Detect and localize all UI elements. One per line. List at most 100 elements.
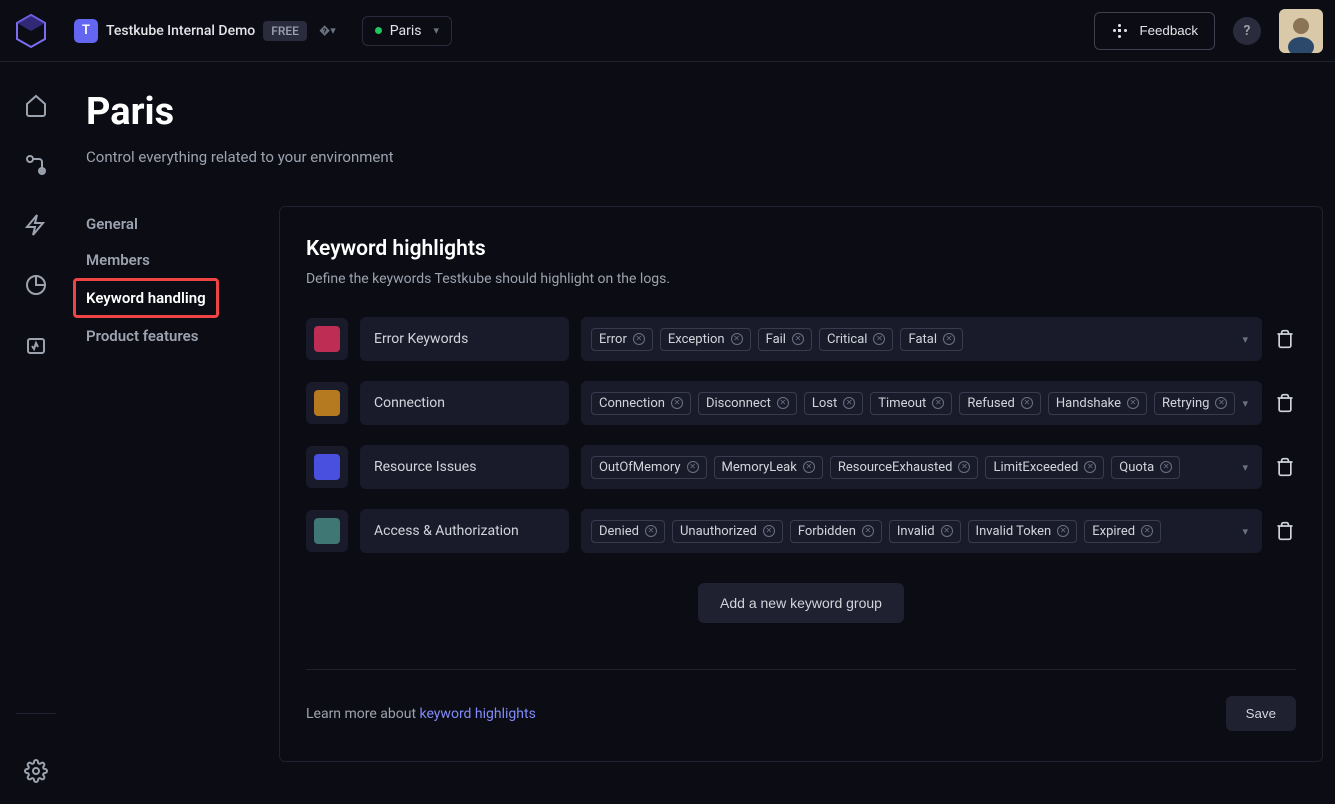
remove-tag-icon[interactable]: ✕ — [687, 461, 699, 473]
keyword-tags-input[interactable]: Connection✕Disconnect✕Lost✕Timeout✕Refus… — [581, 381, 1262, 425]
nav-home-icon[interactable] — [23, 92, 49, 118]
keyword-tag-label: MemoryLeak — [722, 460, 797, 475]
remove-tag-icon[interactable]: ✕ — [645, 525, 657, 537]
keyword-tags-input[interactable]: Error✕Exception✕Fail✕Critical✕Fatal✕▾ — [581, 317, 1262, 361]
group-name-input[interactable]: Error Keywords — [360, 317, 569, 361]
remove-tag-icon[interactable]: ✕ — [873, 333, 885, 345]
keyword-tag-label: Unauthorized — [680, 524, 757, 539]
remove-tag-icon[interactable]: ✕ — [941, 525, 953, 537]
keyword-tag: Error✕ — [591, 328, 653, 351]
keyword-tag: Denied ✕ — [591, 520, 665, 543]
keyword-tag: Critical ✕ — [819, 328, 893, 351]
remove-tag-icon[interactable]: ✕ — [792, 333, 804, 345]
keyword-tags-input[interactable]: OutOfMemory✕MemoryLeak✕ResourceExhausted… — [581, 445, 1262, 489]
subnav-item-general[interactable]: General — [86, 206, 249, 242]
delete-group-button[interactable] — [1274, 392, 1296, 414]
keyword-tag-label: Critical — [827, 332, 867, 347]
remove-tag-icon[interactable]: ✕ — [1127, 397, 1139, 409]
color-swatch[interactable] — [306, 318, 348, 360]
remove-tag-icon[interactable]: ✕ — [943, 333, 955, 345]
keyword-tag: Disconnect✕ — [698, 392, 797, 415]
keyword-group-row: Access & Authorization Denied ✕ Unauthorize… — [306, 509, 1296, 553]
chevron-down-icon: ▾ — [434, 24, 440, 37]
delete-group-button[interactable] — [1274, 456, 1296, 478]
group-name-input[interactable]: Resource Issues — [360, 445, 569, 489]
delete-group-button[interactable] — [1274, 328, 1296, 350]
remove-tag-icon[interactable]: ✕ — [1160, 461, 1172, 473]
help-icon[interactable]: ? — [1233, 17, 1261, 45]
remove-tag-icon[interactable]: ✕ — [731, 333, 743, 345]
nav-insights-icon[interactable] — [23, 272, 49, 298]
chevron-down-icon: �▾ — [319, 24, 336, 37]
page-title: Paris — [86, 90, 1335, 134]
remove-tag-icon[interactable]: ✕ — [763, 525, 775, 537]
chevron-down-icon[interactable]: ▾ — [1242, 397, 1252, 410]
user-avatar[interactable] — [1279, 9, 1323, 53]
keyword-group-row: Resource IssuesOutOfMemory✕MemoryLeak✕Re… — [306, 445, 1296, 489]
keyword-tag-label: Forbidden — [798, 524, 856, 539]
keyword-tag-label: Timeout — [878, 396, 926, 411]
color-swatch[interactable] — [306, 510, 348, 552]
nav-triggers-icon[interactable] — [23, 212, 49, 238]
env-selector[interactable]: Paris ▾ — [362, 16, 452, 46]
chevron-down-icon[interactable]: ▾ — [1242, 461, 1252, 474]
remove-tag-icon[interactable]: ✕ — [1057, 525, 1069, 537]
keyword-tag: Fail✕ — [758, 328, 812, 351]
color-swatch[interactable] — [306, 446, 348, 488]
nav-status-icon[interactable] — [23, 332, 49, 358]
learn-more-link[interactable]: keyword highlights — [420, 706, 536, 722]
keyword-tag-label: Invalid — [897, 524, 935, 539]
keyword-tag-label: Exception — [668, 332, 725, 347]
chevron-down-icon[interactable]: ▾ — [1242, 333, 1252, 346]
org-badge: T — [74, 19, 98, 43]
subnav-item-product-features[interactable]: Product features — [86, 318, 249, 354]
subnav-item-members[interactable]: Members — [86, 242, 249, 278]
slack-icon — [1111, 22, 1129, 40]
keyword-tag: Refused✕ — [959, 392, 1041, 415]
remove-tag-icon[interactable]: ✕ — [932, 397, 944, 409]
remove-tag-icon[interactable]: ✕ — [1021, 397, 1033, 409]
keyword-tag: Retrying ✕ — [1154, 392, 1235, 415]
add-keyword-group-button[interactable]: Add a new keyword group — [698, 583, 904, 623]
save-button[interactable]: Save — [1226, 696, 1296, 731]
keyword-tag-label: Retrying — [1162, 396, 1209, 411]
keyword-tags-input[interactable]: Denied✕Unauthorized✕Forbidden✕Invalid✕In… — [581, 509, 1262, 553]
keyword-tag: Timeout ✕ — [870, 392, 952, 415]
delete-group-button[interactable] — [1274, 520, 1296, 542]
keyword-tag-label: Expired — [1092, 524, 1135, 539]
remove-tag-icon[interactable]: ✕ — [777, 397, 789, 409]
keyword-tag: Quota✕ — [1111, 456, 1180, 479]
color-swatch[interactable] — [306, 382, 348, 424]
keyword-tag: Handshake✕ — [1048, 392, 1147, 415]
keyword-tag-label: Denied — [599, 524, 639, 539]
keyword-tag: Lost✕ — [804, 392, 863, 415]
group-name-input[interactable]: Access & Authorization — [360, 509, 569, 553]
remove-tag-icon[interactable]: ✕ — [803, 461, 815, 473]
feedback-button[interactable]: Feedback — [1094, 12, 1215, 50]
remove-tag-icon[interactable]: ✕ — [633, 333, 645, 345]
remove-tag-icon[interactable]: ✕ — [958, 461, 970, 473]
app-logo[interactable] — [12, 12, 50, 50]
status-dot-icon — [375, 27, 382, 34]
plan-badge: FREE — [263, 21, 307, 41]
keyword-tag: Fatal✕ — [900, 328, 963, 351]
keyword-tag: Invalid Token✕ — [968, 520, 1078, 543]
subnav-item-keyword-handling[interactable]: Keyword handling — [73, 278, 219, 318]
org-selector[interactable]: T Testkube Internal Demo FREE �▾ — [68, 15, 342, 47]
nav-settings-icon[interactable] — [23, 758, 49, 784]
remove-tag-icon[interactable]: ✕ — [1141, 525, 1153, 537]
remove-tag-icon[interactable]: ✕ — [862, 525, 874, 537]
remove-tag-icon[interactable]: ✕ — [671, 397, 683, 409]
keyword-tag-label: OutOfMemory — [599, 460, 681, 475]
keyword-tag-label: ResourceExhausted — [838, 460, 953, 475]
keyword-tag: Expired ✕ — [1084, 520, 1161, 543]
keyword-group-row: ConnectionConnection✕Disconnect✕Lost✕Tim… — [306, 381, 1296, 425]
remove-tag-icon[interactable]: ✕ — [1215, 397, 1227, 409]
chevron-down-icon[interactable]: ▾ — [1242, 525, 1252, 538]
group-name-input[interactable]: Connection — [360, 381, 569, 425]
keyword-tag: ResourceExhausted ✕ — [830, 456, 979, 479]
remove-tag-icon[interactable]: ✕ — [1084, 461, 1096, 473]
remove-tag-icon[interactable]: ✕ — [843, 397, 855, 409]
panel-subtitle: Define the keywords Testkube should high… — [306, 271, 1296, 287]
nav-workflows-icon[interactable] — [23, 152, 49, 178]
